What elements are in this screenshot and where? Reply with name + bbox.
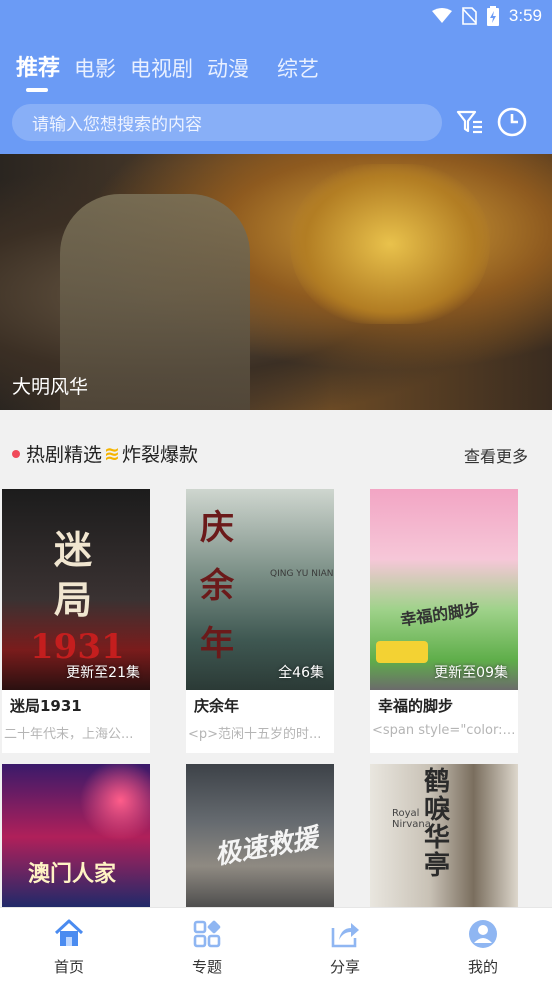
video-title: 庆余年 bbox=[194, 697, 240, 715]
video-description: 二十年代末，上海公... bbox=[4, 727, 134, 742]
poster-subtitle: Royal Nirvana bbox=[392, 808, 431, 830]
red-dot-icon bbox=[12, 449, 20, 458]
video-card[interactable]: 鹤唳华亭 Royal Nirvana bbox=[370, 764, 518, 910]
featured-banner[interactable]: 大明风华 bbox=[0, 154, 552, 410]
banner-figure-left bbox=[60, 194, 250, 410]
episode-badge: 更新至21集 bbox=[66, 665, 140, 681]
video-poster: 极速救援 bbox=[186, 764, 334, 910]
video-poster: 迷局 1931 bbox=[2, 489, 150, 690]
filter-icon[interactable] bbox=[456, 108, 484, 136]
video-card[interactable]: 幸福的脚步 更新至09集 幸福的脚步 <span style="color: r… bbox=[370, 489, 518, 753]
nav-share-label: 分享 bbox=[329, 958, 360, 976]
tab-recommend[interactable]: 推荐 bbox=[16, 52, 60, 92]
poster-subtitle: QING YU NIAN bbox=[270, 569, 334, 579]
poster-title: 迷局 bbox=[54, 527, 93, 622]
wifi-icon bbox=[431, 8, 452, 23]
banner-figure-right bbox=[290, 164, 490, 324]
nav-home[interactable]: 首页 bbox=[0, 908, 138, 981]
video-poster: 庆余年 QING YU NIAN bbox=[186, 489, 334, 690]
grid-icon bbox=[193, 920, 221, 948]
battery-charging-icon bbox=[486, 6, 499, 26]
nav-share[interactable]: 分享 bbox=[276, 908, 414, 981]
user-icon bbox=[469, 920, 497, 948]
search-input[interactable]: 请输入您想搜索的内容 bbox=[12, 104, 442, 141]
share-icon bbox=[331, 923, 359, 948]
poster-subtitle: 1931 bbox=[30, 627, 125, 667]
video-card[interactable]: 极速救援 bbox=[186, 764, 334, 910]
banner-title: 大明风华 bbox=[12, 376, 89, 398]
section-header: 热剧精选 ≋ 炸裂爆款 bbox=[12, 440, 198, 467]
video-description: <span style="color: r... bbox=[372, 723, 516, 738]
video-description: <p>范闲十五岁的时... bbox=[188, 727, 322, 742]
video-poster: 幸福的脚步 bbox=[370, 489, 518, 690]
nav-mine-label: 我的 bbox=[467, 958, 498, 976]
top-header: 3:59 推荐 电影 电视剧 动漫 综艺 请输入您想搜索的内容 bbox=[0, 0, 552, 154]
video-card[interactable]: 迷局 1931 更新至21集 迷局1931 二十年代末，上海公... bbox=[2, 489, 150, 753]
video-card[interactable]: 庆余年 QING YU NIAN 全46集 庆余年 <p>范闲十五岁的时... bbox=[186, 489, 334, 753]
tab-tv[interactable]: 电视剧 bbox=[130, 52, 193, 86]
video-title: 迷局1931 bbox=[10, 697, 82, 715]
nav-topics-label: 专题 bbox=[191, 958, 222, 976]
video-poster: 澳门人家 bbox=[2, 764, 150, 910]
nav-mine[interactable]: 我的 bbox=[414, 908, 552, 981]
poster-title: 极速救援 bbox=[212, 823, 321, 871]
tab-anime[interactable]: 动漫 bbox=[207, 52, 249, 86]
status-time: 3:59 bbox=[508, 6, 542, 25]
nav-home-label: 首页 bbox=[53, 958, 84, 976]
tab-movie[interactable]: 电影 bbox=[74, 52, 116, 86]
section-subtitle: 炸裂爆款 bbox=[121, 444, 198, 466]
hot-drama-section: 热剧精选 ≋ 炸裂爆款 查看更多 迷局 1931 更新至21集 迷局1931 二… bbox=[0, 410, 552, 910]
episode-badge: 更新至09集 bbox=[434, 665, 508, 681]
poster-title: 澳门人家 bbox=[28, 861, 117, 887]
home-icon bbox=[54, 919, 84, 946]
no-sim-icon bbox=[462, 7, 477, 25]
video-card[interactable]: 澳门人家 bbox=[2, 764, 150, 910]
tab-variety[interactable]: 综艺 bbox=[277, 52, 319, 86]
history-clock-icon[interactable] bbox=[496, 106, 528, 138]
poster-title: 幸福的脚步 bbox=[399, 599, 482, 630]
bus-icon bbox=[376, 641, 428, 663]
section-title: 热剧精选 bbox=[26, 444, 103, 466]
video-poster: 鹤唳华亭 Royal Nirvana bbox=[370, 764, 518, 910]
poster-title: 庆余年 bbox=[200, 508, 234, 664]
wave-icon: ≋ bbox=[104, 442, 120, 465]
search-placeholder: 请输入您想搜索的内容 bbox=[32, 115, 202, 135]
video-title: 幸福的脚步 bbox=[378, 697, 454, 715]
view-more-link[interactable]: 查看更多 bbox=[464, 443, 528, 467]
episode-badge: 全46集 bbox=[278, 665, 324, 681]
category-tabs: 推荐 电影 电视剧 动漫 综艺 bbox=[16, 52, 333, 92]
bottom-navigation: 首页 专题 分享 我的 bbox=[0, 907, 552, 981]
status-bar: 3:59 bbox=[431, 5, 542, 27]
nav-topics[interactable]: 专题 bbox=[138, 908, 276, 981]
